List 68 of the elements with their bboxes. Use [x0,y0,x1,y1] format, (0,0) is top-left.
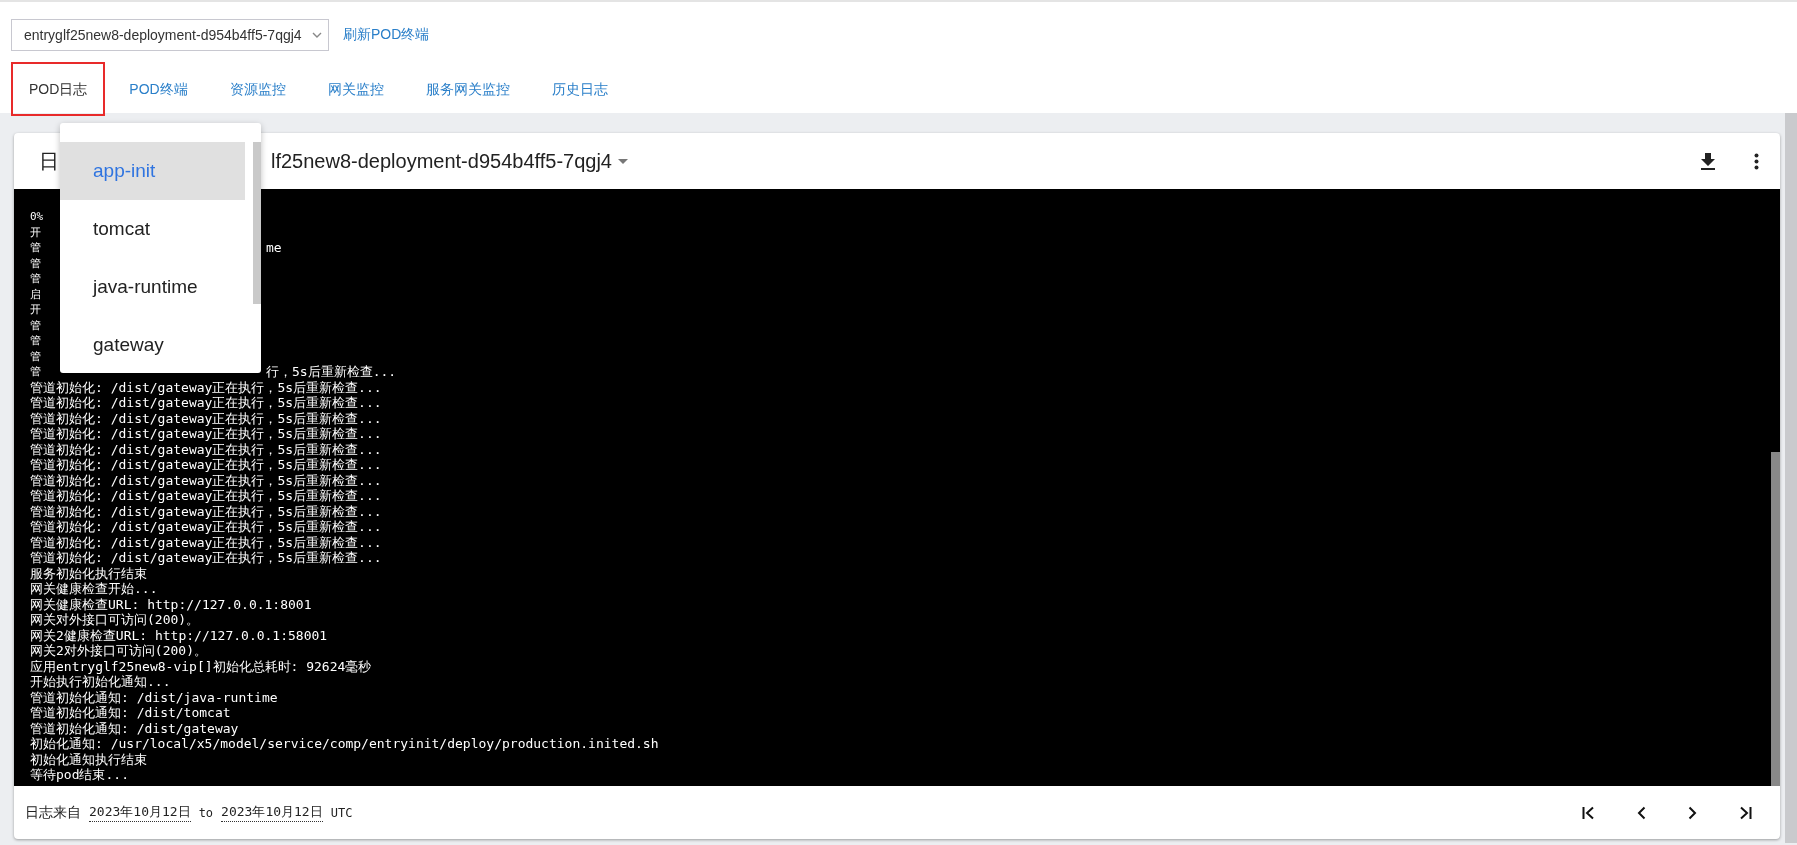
log-line: 管道初始化通知: /dist/java-runtime [30,689,279,705]
log-line: 管道初始化: /dist/gateway正在执行，5s后重新检查... [30,488,383,504]
log-line: 网关健康检查URL: http://127.0.0.1:8001 [30,596,313,612]
menu-item[interactable]: tomcat [60,200,245,258]
first-page-icon[interactable] [1582,805,1595,820]
next-page-icon[interactable] [1688,805,1697,820]
log-line: 服务初始化执行结束 [30,565,148,581]
footer-timezone: UTC [330,805,353,820]
tab[interactable]: 历史日志 [533,62,626,116]
log-line: 初始化通知执行结束 [30,751,148,767]
download-icon[interactable] [1701,152,1715,170]
chevron-down-icon [312,31,322,39]
footer-label: 日志来自 [25,803,81,822]
tab[interactable]: 资源监控 [211,62,304,116]
tab[interactable]: 服务网关监控 [407,62,528,116]
log-line: 网关对外接口可访问(200)。 [30,612,201,628]
log-line: 网关2健康检查URL: http://127.0.0.1:58001 [30,627,329,643]
log-line: 管道初始化: /dist/gateway正在执行，5s后重新检查... [30,503,383,519]
log-line: 初始化通知: /usr/local/x5/model/service/comp/entryinit/deploy/production.inited.sh [30,736,660,752]
log-line: 管 [30,240,42,256]
log-line: 管道初始化: /dist/gateway正在执行，5s后重新检查... [30,519,383,535]
pod-select[interactable]: entryglf25new8-deployment-d954b4ff5-7qgj4 [11,19,329,51]
tab[interactable]: POD日志 [11,62,106,116]
menu-item[interactable]: java-runtime [60,258,245,316]
more-icon[interactable] [1754,152,1759,170]
log-line: me [266,240,282,256]
log-line: 管 [30,255,42,271]
log-line: 管 [30,364,42,380]
log-line: 0% [30,209,44,225]
footer-to: to [198,805,214,820]
log-line: 网关2对外接口可访问(200)。 [30,643,208,659]
log-line: 开 [30,224,42,240]
log-line: 管 [30,317,42,333]
caret-icon[interactable] [618,158,628,164]
log-line: 管道初始化: /dist/gateway正在执行，5s后重新检查... [30,410,383,426]
log-line: 管道初始化: /dist/gateway正在执行，5s后重新检查... [30,426,383,442]
container-name[interactable]: lf25new8-deployment-d954b4ff5-7qgj4 [271,149,612,173]
date-link[interactable]: 2023年10月12日 [89,803,191,822]
scrollbar-thumb[interactable] [1785,113,1797,843]
log-line: 应用entryglf25new8-vip[]初始化总耗时: 92624毫秒 [30,658,373,674]
tab[interactable]: 网关监控 [309,62,402,116]
log-line: 行，5s后重新检查... [266,364,397,380]
menu-item[interactable]: gateway [60,316,245,373]
log-line: 管 [30,333,42,349]
scrollbar-thumb[interactable] [253,142,261,304]
scrollbar-thumb[interactable] [1771,452,1780,786]
tab[interactable]: POD终端 [111,62,206,116]
log-line: 启 [30,286,42,302]
card-title: 日 [39,148,59,174]
previous-page-icon[interactable] [1637,805,1646,820]
log-line: 管道初始化: /dist/gateway正在执行，5s后重新检查... [30,534,383,550]
log-line: 开 [30,302,42,318]
log-line: 开始执行初始化通知... [30,674,172,690]
last-page-icon[interactable] [1739,805,1752,820]
log-line: 管 [30,271,42,287]
refresh-link[interactable]: 刷新POD终端 [343,26,430,44]
log-line: 管道初始化: /dist/gateway正在执行，5s后重新检查... [30,441,383,457]
log-line: 管 [30,348,42,364]
log-line: 网关健康检查开始... [30,581,159,597]
log-line: 管道初始化: /dist/gateway正在执行，5s后重新检查... [30,472,383,488]
log-line: 管道初始化通知: /dist/tomcat [30,705,232,721]
log-line: 管道初始化: /dist/gateway正在执行，5s后重新检查... [30,457,383,473]
log-line: 管道初始化: /dist/gateway正在执行，5s后重新检查... [30,379,383,395]
log-line: 管道初始化通知: /dist/gateway [30,720,240,736]
date-link[interactable]: 2023年10月12日 [221,803,323,822]
log-line: 管道初始化: /dist/gateway正在执行，5s后重新检查... [30,395,383,411]
log-line: 等待pod结束... [30,767,130,783]
log-line: 管道初始化: /dist/gateway正在执行，5s后重新检查... [30,550,383,566]
